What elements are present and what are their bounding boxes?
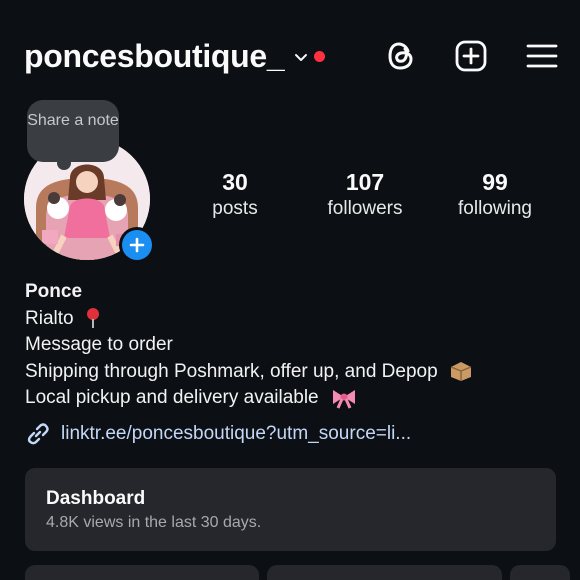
bio-line: Rialto [25, 306, 560, 333]
chevron-down-icon[interactable] [292, 49, 310, 67]
notification-dot [314, 50, 326, 62]
threads-icon[interactable] [386, 40, 416, 72]
pin-icon [86, 308, 99, 329]
profile-action-buttons [25, 565, 580, 580]
bow-icon [332, 389, 355, 409]
header-actions [386, 39, 558, 73]
profile-stats: 30 posts 107 followers 99 following [180, 168, 550, 222]
profile-bio: Ponce Rialto Message to order Shipping t… [25, 279, 560, 447]
package-icon [450, 362, 472, 382]
stat-label: posts [212, 198, 258, 219]
bio-line: Message to order [25, 334, 173, 355]
share-profile-button[interactable] [267, 565, 502, 580]
edit-profile-button[interactable] [25, 565, 259, 580]
stat-label: following [458, 198, 532, 219]
bio-location: Rialto [25, 307, 74, 329]
bio-pickup: Local pickup and delivery available [25, 387, 319, 408]
stat-label: followers [327, 198, 403, 219]
stat-value: 30 [222, 169, 248, 195]
link-text[interactable]: linktr.ee/poncesboutique?utm_source=li..… [61, 421, 411, 448]
stat-posts[interactable]: 30 posts [180, 168, 290, 222]
share-note-bubble[interactable]: Share a note [27, 100, 119, 170]
profile-link[interactable]: linktr.ee/poncesboutique?utm_source=li..… [25, 421, 560, 448]
link-icon [27, 423, 49, 445]
share-note-label: Share a note [27, 112, 119, 129]
create-post-icon[interactable] [454, 39, 488, 73]
stat-value: 99 [482, 169, 508, 195]
display-name: Ponce [25, 281, 83, 302]
plus-icon [129, 237, 145, 253]
dashboard-card[interactable]: Dashboard 4.8K views in the last 30 days… [25, 468, 556, 551]
stat-followers[interactable]: 107 followers [310, 168, 420, 222]
username[interactable]: poncesboutique_ [24, 38, 285, 75]
bio-line: Local pickup and delivery available [25, 385, 560, 412]
bio-line: Shipping through Poshmark, offer up, and… [25, 359, 560, 386]
menu-icon[interactable] [526, 43, 558, 69]
stat-value: 107 [345, 169, 385, 195]
add-story-button[interactable] [119, 227, 155, 263]
bio-shipping: Shipping through Poshmark, offer up, and… [25, 360, 438, 382]
dashboard-title: Dashboard [46, 488, 146, 509]
discover-people-button[interactable] [510, 565, 570, 580]
stat-following[interactable]: 99 following [440, 168, 550, 222]
dashboard-subtitle: 4.8K views in the last 30 days. [46, 514, 262, 531]
top-bar: poncesboutique_ [24, 30, 558, 82]
